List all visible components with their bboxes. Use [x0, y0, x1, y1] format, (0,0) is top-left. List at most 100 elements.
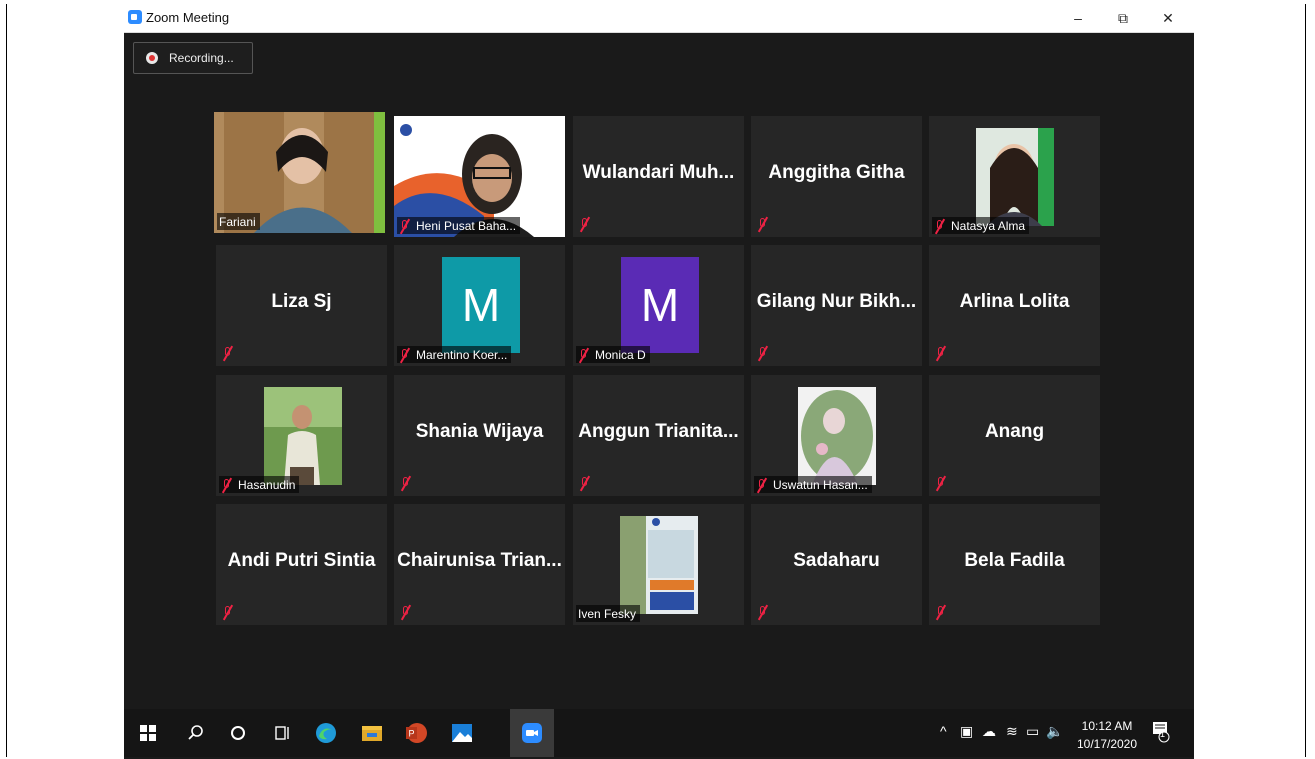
taskbar-clock[interactable]: 10:12 AM 10/17/2020: [1072, 717, 1142, 753]
zoom-taskbar-button[interactable]: [510, 709, 554, 757]
show-hidden-icons-button[interactable]: ^: [940, 723, 947, 739]
battery-icon[interactable]: ▭: [1026, 723, 1039, 740]
participant-tile-arlina[interactable]: Arlina Lolita: [929, 245, 1100, 366]
participant-display-name: Sadaharu: [793, 550, 880, 571]
participant-tile-natasya[interactable]: Natasya Alma: [929, 116, 1100, 237]
file-explorer-button[interactable]: [350, 709, 394, 757]
profile-photo: [798, 387, 876, 485]
clock-time: 10:12 AM: [1081, 719, 1133, 733]
participant-tile-anggun[interactable]: Anggun Trianita...: [573, 375, 744, 496]
participant-name-label: Heni Pusat Baha...: [397, 217, 521, 234]
action-center-button[interactable]: 1: [1152, 721, 1170, 746]
profile-photo: [264, 387, 342, 485]
participant-tile-sadaharu[interactable]: Sadaharu: [751, 504, 922, 625]
frame-right-line: [1305, 4, 1306, 757]
muted-mic-icon: [756, 478, 768, 492]
zoom-icon: [522, 723, 542, 743]
close-button[interactable]: ✕: [1146, 6, 1190, 30]
muted-mic-icon: [399, 219, 411, 233]
participant-display-name: Anang: [984, 421, 1045, 442]
participant-display-name: Chairunisa Trian...: [397, 550, 562, 571]
task-view-button[interactable]: [260, 709, 304, 757]
muted-mic-icon: [578, 348, 590, 362]
edge-browser-button[interactable]: [304, 709, 348, 757]
zoom-meeting-window: Zoom Meeting – ⧉ ✕ Recording... Fariani: [124, 4, 1194, 759]
cortana-icon: [231, 726, 245, 740]
folder-icon: [362, 726, 382, 741]
participant-tile-iven[interactable]: Iven Fesky: [573, 504, 744, 625]
participant-name-label: Natasya Alma: [932, 217, 1030, 234]
window-title: Zoom Meeting: [146, 10, 230, 25]
muted-mic-icon: [400, 476, 412, 490]
windows-logo-icon: [140, 725, 156, 741]
participant-tile-chairunisa[interactable]: Chairunisa Trian...: [394, 504, 565, 625]
participant-tile-bela[interactable]: Bela Fadila: [929, 504, 1100, 625]
participant-name-label: Fariani: [217, 213, 260, 230]
photos-icon: [452, 724, 472, 742]
participant-tile-heni[interactable]: Heni Pusat Baha...: [394, 116, 565, 237]
participant-display-name: Gilang Nur Bikh...: [756, 291, 917, 312]
participant-tile-anggitha[interactable]: Anggitha Githa: [751, 116, 922, 237]
volume-icon[interactable]: 🔈: [1046, 723, 1063, 740]
minimize-button[interactable]: –: [1056, 6, 1100, 30]
search-button[interactable]: [174, 709, 218, 757]
photos-button[interactable]: [440, 709, 484, 757]
participant-tile-anang[interactable]: Anang: [929, 375, 1100, 496]
muted-mic-icon: [935, 346, 947, 360]
participant-name-label: Monica D: [576, 346, 650, 363]
muted-mic-icon: [934, 219, 946, 233]
clock-date: 10/17/2020: [1076, 737, 1138, 751]
muted-mic-icon: [221, 478, 233, 492]
muted-mic-icon: [757, 605, 769, 619]
participant-tile-fariani[interactable]: Fariani: [214, 112, 385, 233]
avatar: M: [442, 257, 520, 353]
muted-mic-icon: [222, 605, 234, 619]
profile-photo: [620, 516, 698, 614]
windows-start-button[interactable]: [126, 709, 170, 757]
participant-display-name: Bela Fadila: [964, 550, 1065, 571]
participant-name-label: Uswatun Hasan...: [754, 476, 872, 493]
muted-mic-icon: [935, 605, 947, 619]
edge-icon: [316, 723, 336, 743]
maximize-button[interactable]: ⧉: [1101, 6, 1145, 30]
muted-mic-icon: [579, 217, 591, 231]
participant-tile-marentino[interactable]: M Marentino Koer...: [394, 245, 565, 366]
participant-name-label: Hasanudin: [219, 476, 300, 493]
participant-display-name: Anggitha Githa: [768, 162, 905, 183]
participant-display-name: Wulandari Muh...: [582, 162, 735, 183]
participant-tile-andi[interactable]: Andi Putri Sintia: [216, 504, 387, 625]
participant-tile-hasanudin[interactable]: Hasanudin: [216, 375, 387, 496]
participant-name-label: Marentino Koer...: [397, 346, 512, 363]
participant-display-name: Arlina Lolita: [959, 291, 1070, 312]
participant-display-name: Andi Putri Sintia: [227, 550, 376, 571]
muted-mic-icon: [935, 476, 947, 490]
notification-count: 1: [1160, 729, 1166, 739]
recording-dot-icon: [146, 52, 158, 64]
participant-display-name: Liza Sj: [271, 291, 332, 312]
muted-mic-icon: [757, 217, 769, 231]
participant-tile-liza[interactable]: Liza Sj: [216, 245, 387, 366]
participant-display-name: Shania Wijaya: [415, 421, 544, 442]
powerpoint-button[interactable]: P: [394, 709, 438, 757]
powerpoint-icon: P: [406, 723, 427, 743]
participant-tile-gilang[interactable]: Gilang Nur Bikh...: [751, 245, 922, 366]
participant-tile-shania[interactable]: Shania Wijaya: [394, 375, 565, 496]
cortana-button[interactable]: [216, 709, 260, 757]
zoom-app-icon: [128, 10, 142, 24]
meet-now-icon[interactable]: ▣: [960, 723, 973, 740]
frame-left-line: [6, 4, 7, 757]
title-bar: Zoom Meeting – ⧉ ✕: [124, 4, 1194, 33]
task-view-icon: [275, 726, 289, 740]
participant-tile-wulandari[interactable]: Wulandari Muh...: [573, 116, 744, 237]
participant-name-label: Iven Fesky: [576, 605, 641, 622]
recording-label: Recording...: [169, 51, 234, 65]
recording-indicator[interactable]: Recording...: [133, 42, 253, 74]
muted-mic-icon: [399, 348, 411, 362]
participant-display-name: Anggun Trianita...: [578, 421, 739, 442]
profile-photo: [976, 128, 1054, 226]
participant-tile-uswatun[interactable]: Uswatun Hasan...: [751, 375, 922, 496]
svg-text:P: P: [409, 729, 415, 739]
wifi-icon[interactable]: ≋: [1006, 723, 1018, 740]
participant-tile-monica[interactable]: M Monica D: [573, 245, 744, 366]
onedrive-cloud-icon[interactable]: ☁: [982, 723, 996, 740]
